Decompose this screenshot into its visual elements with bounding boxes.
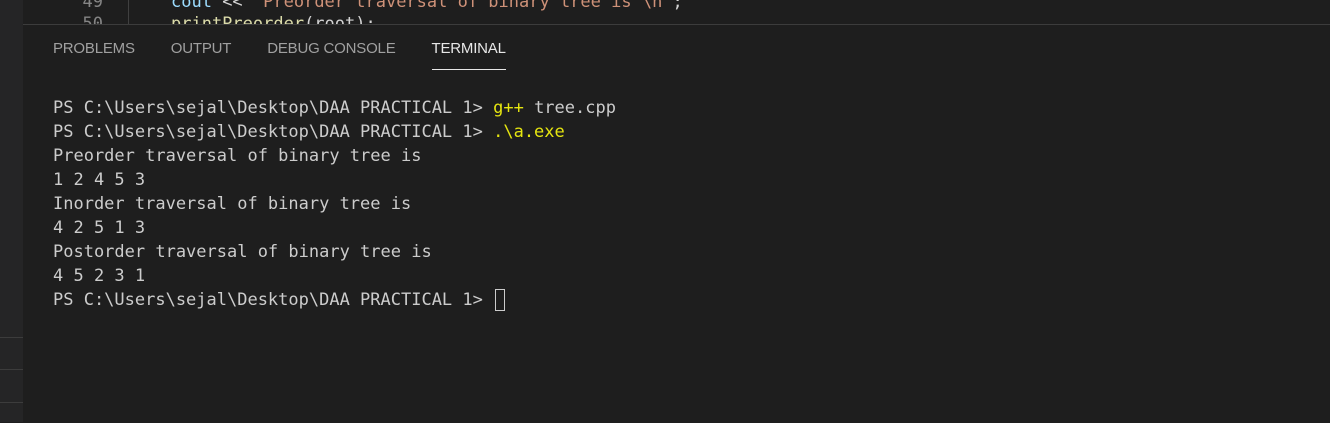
code-token: cout	[171, 0, 212, 12]
terminal-command-args: tree.cpp	[523, 98, 616, 118]
activity-bar	[0, 0, 23, 422]
terminal-output-line: Inorder traversal of binary tree is	[53, 194, 412, 214]
terminal-line: PS C:\Users\sejal\Desktop\DAA PRACTICAL …	[53, 120, 1330, 144]
code-token: (root);	[304, 14, 376, 24]
terminal-prompt: PS C:\Users\sejal\Desktop\DAA PRACTICAL …	[53, 98, 494, 118]
sidebar-divider	[0, 402, 23, 403]
terminal-prompt: PS C:\Users\sejal\Desktop\DAA PRACTICAL …	[53, 122, 494, 142]
editor-area[interactable]: 49 50 cout << "Preorder traversal of bin…	[23, 0, 1330, 24]
terminal-output-line: 4 2 5 1 3	[53, 218, 146, 238]
terminal-line: PS C:\Users\sejal\Desktop\DAA PRACTICAL …	[53, 288, 1330, 312]
terminal-line: PS C:\Users\sejal\Desktop\DAA PRACTICAL …	[53, 96, 1330, 120]
tab-problems[interactable]: PROBLEMS	[53, 25, 135, 71]
tab-output[interactable]: OUTPUT	[171, 25, 232, 71]
code-token: printPreorder	[171, 14, 305, 24]
tab-terminal[interactable]: TERMINAL	[431, 25, 507, 71]
terminal-prompt: PS C:\Users\sejal\Desktop\DAA PRACTICAL …	[53, 290, 494, 310]
code-token: ;	[672, 0, 683, 12]
line-number: 49	[82, 0, 103, 12]
indent-guide	[128, 0, 129, 24]
sidebar-divider	[0, 337, 23, 338]
sidebar-divider	[0, 369, 23, 370]
terminal-command: .\a.exe	[493, 122, 565, 142]
bottom-panel: PROBLEMS OUTPUT DEBUG CONSOLE TERMINAL P…	[23, 24, 1330, 423]
code-line[interactable]: cout << "Preorder traversal of binary tr…	[171, 0, 683, 13]
line-number: 50	[82, 14, 103, 24]
terminal-output-line: Preorder traversal of binary tree is	[53, 146, 422, 166]
code-token: <<	[211, 0, 253, 12]
terminal-output[interactable]: PS C:\Users\sejal\Desktop\DAA PRACTICAL …	[53, 96, 1330, 423]
code-line[interactable]: printPreorder(root);	[171, 13, 376, 24]
terminal-output-line: Postorder traversal of binary tree is	[53, 242, 432, 262]
terminal-cursor[interactable]	[495, 289, 506, 311]
code-token: "Preorder traversal of binary tree is \n…	[252, 0, 673, 12]
terminal-output-line: 4 5 2 3 1	[53, 266, 146, 286]
terminal-command: g++	[493, 98, 524, 118]
tab-debug-console[interactable]: DEBUG CONSOLE	[267, 25, 395, 71]
panel-tabs: PROBLEMS OUTPUT DEBUG CONSOLE TERMINAL	[53, 25, 542, 71]
terminal-output-line: 1 2 4 5 3	[53, 170, 146, 190]
